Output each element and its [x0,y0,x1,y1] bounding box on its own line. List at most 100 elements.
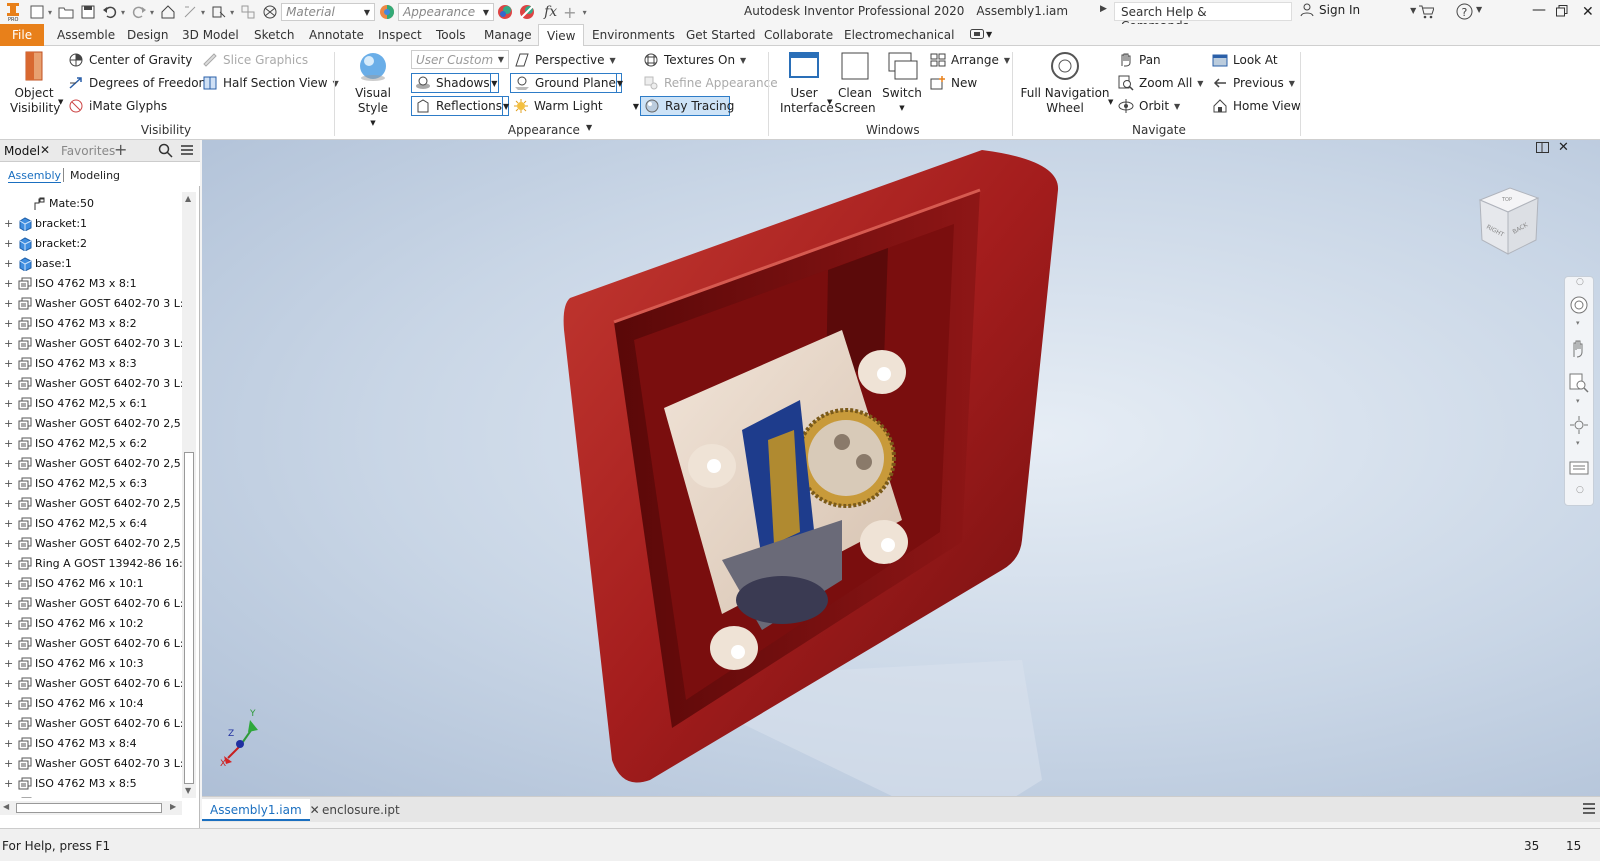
menu-icon[interactable] [180,143,194,160]
maximize-view-icon[interactable] [1536,142,1549,156]
expand-plus-icon[interactable]: + [4,297,13,310]
expand-plus-icon[interactable]: + [4,537,13,550]
tab-environments[interactable]: Environments [584,24,683,46]
expand-plus-icon[interactable]: + [4,557,13,570]
chevron-down-icon[interactable]: ▾ [121,8,125,17]
new-file-icon[interactable] [29,4,45,20]
subtab-assembly[interactable]: Assembly [8,169,62,183]
scroll-thumb[interactable] [16,803,162,813]
expand-plus-icon[interactable]: + [4,717,13,730]
tree-item[interactable]: + ISO 4762 M3 x 8:2 [0,314,182,333]
tree-vertical-scrollbar[interactable]: ▲ ▼ [182,192,196,798]
chevron-down-icon[interactable]: ▼ [501,97,509,115]
chevron-down-icon[interactable]: ▼ [489,74,498,92]
tree-item[interactable]: + Washer GOST 6402-70 3 L:1 [0,294,182,313]
chevron-down-icon[interactable]: ▼ [58,98,63,106]
expand-plus-icon[interactable]: + [4,397,13,410]
expand-plus-icon[interactable]: + [4,257,13,270]
tree-item[interactable]: + ISO 4762 M3 x 8:1 [0,274,182,293]
chevron-down-icon[interactable]: ▼ [1108,98,1113,106]
previous-view-button[interactable]: Previous ▼ [1212,73,1295,93]
tree-item[interactable]: + ISO 4762 M3 x 8:4 [0,734,182,753]
textures-on-button[interactable]: Textures On ▼ [643,50,746,70]
tree-item[interactable]: + Washer GOST 6402-70 2,5 L:4 [0,534,182,553]
search-input[interactable]: Search Help & Commands... [1114,2,1292,33]
tree-item[interactable]: + ISO 4762 M6 x 10:3 [0,654,182,673]
user-interface-button[interactable]: User Interface [780,50,834,116]
tree-item[interactable]: + Ring A GOST 13942-86 16:1 [0,554,182,573]
expand-plus-icon[interactable]: + [4,417,13,430]
close-icon[interactable]: ○ [1576,277,1584,287]
expand-plus-icon[interactable]: + [4,377,13,390]
pan-button[interactable]: Pan [1118,50,1161,70]
perspective-button[interactable]: Perspective ▼ [514,50,616,70]
tab-inspect[interactable]: Inspect [370,24,430,46]
full-navigation-wheel-button[interactable]: Full Navigation Wheel [1020,50,1110,116]
ray-tracing-button[interactable]: Ray Tracing [640,96,734,116]
switch-button[interactable]: Switch ▼ [880,50,924,116]
undo-icon[interactable] [102,4,118,20]
expand-plus-icon[interactable]: + [4,217,13,230]
expand-plus-icon[interactable]: + [4,277,13,290]
imate-glyphs-button[interactable]: iMate Glyphs [68,96,167,116]
chevron-down-icon[interactable]: ▼ [615,74,623,92]
tree-item[interactable]: + Washer GOST 6402-70 6 L:1 [0,594,182,613]
expand-plus-icon[interactable]: + [4,677,13,690]
home-icon[interactable] [160,4,176,20]
shadows-button[interactable]: Shadows ▼ [411,73,499,93]
chevron-down-icon[interactable]: ▼ [1476,5,1482,14]
tree-item[interactable]: + bracket:1 [0,214,182,233]
visual-style-combo[interactable]: User Custom ▼ [411,50,509,69]
half-section-view-button[interactable]: Half Section View ▼ [202,73,339,93]
tab-design[interactable]: Design [119,24,176,46]
clear-appearance-icon[interactable] [519,4,535,20]
parameters-fx-icon[interactable]: fx [544,4,557,20]
customize-chevron-icon[interactable]: ▾ [583,8,587,17]
plus-icon[interactable]: + [563,3,576,22]
orbit-icon[interactable] [1569,415,1589,435]
sign-in-button[interactable]: Sign In ▼ [1300,3,1416,17]
steering-wheel-icon[interactable] [1569,295,1589,315]
tree-item[interactable]: + ISO 4762 M6 x 10:4 [0,694,182,713]
tree-item[interactable]: + Washer GOST 6402-70 3 L:3 [0,374,182,393]
tab-menu-icon[interactable] [1582,802,1596,818]
minimize-icon[interactable]: — [1532,2,1546,18]
tab-3d-model[interactable]: 3D Model [174,24,247,46]
tree-horizontal-scrollbar[interactable]: ◀ ▶ [0,801,182,815]
help-icon[interactable]: ? [1456,3,1473,23]
home-view-button[interactable]: Home View [1212,96,1301,116]
look-at-icon[interactable] [1569,457,1589,477]
tree-item[interactable]: + ISO 4762 M2,5 x 6:2 [0,434,182,453]
expand-plus-icon[interactable]: + [4,357,13,370]
add-tab-plus-icon[interactable]: + [114,140,127,159]
expand-plus-icon[interactable]: + [4,337,13,350]
tree-item[interactable]: + base:1 [0,254,182,273]
chevron-down-icon[interactable]: ▾ [1576,439,1580,447]
scroll-left-icon[interactable]: ◀ [3,802,9,811]
select-icon[interactable] [211,4,227,20]
tree-item[interactable]: + ISO 4762 M3 x 8:5 [0,774,182,793]
arrange-button[interactable]: Arrange ▼ [930,50,1010,70]
close-icon[interactable]: ✕ [1582,4,1594,20]
tab-electromechanical[interactable]: Electromechanical [836,24,962,46]
tab-tools[interactable]: Tools [428,24,474,46]
subtab-modeling[interactable]: Modeling [70,169,120,182]
tab-overflow-button[interactable]: ▼ [970,29,992,39]
constrain-icon[interactable] [240,4,256,20]
tree-item[interactable]: Mate:50 [0,194,182,213]
chevron-down-icon[interactable]: ▾ [201,8,205,17]
adjust-appearance-icon[interactable] [497,4,513,20]
tree-item[interactable]: + ISO 4762 M2,5 x 6:4 [0,514,182,533]
tree-item[interactable]: + ISO 4762 M3 x 8:3 [0,354,182,373]
tab-view[interactable]: View [538,24,585,47]
chevron-down-icon[interactable]: ▾ [48,8,52,17]
expand-plus-icon[interactable]: + [4,237,13,250]
tree-item[interactable]: + Washer GOST 6402-70 6 L:3 [0,674,182,693]
tab-favorites[interactable]: Favorites [61,144,115,158]
expand-plus-icon[interactable]: + [4,317,13,330]
tree-item[interactable]: + ISO 4762 M6 x 10:1 [0,574,182,593]
center-of-gravity-button[interactable]: Center of Gravity [68,50,192,70]
reflections-button[interactable]: Reflections ▼ [411,96,509,116]
graphics-viewport[interactable]: TOP RIGHT BACK ✕ Y Z X [202,140,1600,796]
search-icon[interactable] [158,143,173,161]
